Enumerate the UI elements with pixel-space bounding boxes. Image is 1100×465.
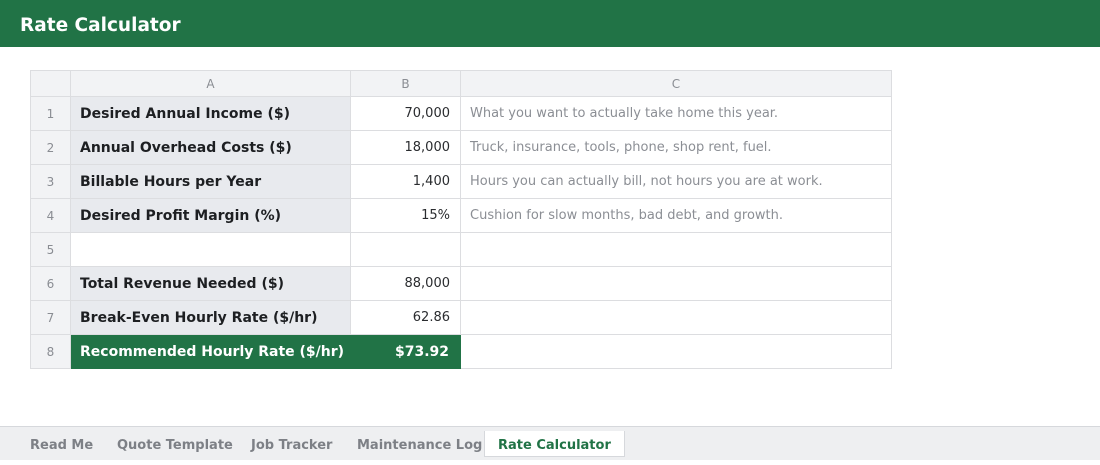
table-row: 6 Total Revenue Needed ($) 88,000 — [30, 266, 892, 301]
cell-c6-empty[interactable] — [460, 266, 892, 301]
cell-b8-recommended-rate-value[interactable]: $73.92 — [350, 334, 461, 369]
cell-b6-revenue-value[interactable]: 88,000 — [350, 266, 461, 301]
column-header-c[interactable]: C — [460, 70, 892, 97]
cell-a7-breakeven-label[interactable]: Break-Even Hourly Rate ($/hr) — [70, 300, 351, 335]
cell-c4-margin-note[interactable]: Cushion for slow months, bad debt, and g… — [460, 198, 892, 233]
cell-a2-overhead-label[interactable]: Annual Overhead Costs ($) — [70, 130, 351, 165]
cell-c2-overhead-note[interactable]: Truck, insurance, tools, phone, shop ren… — [460, 130, 892, 165]
cell-b1-income-value[interactable]: 70,000 — [350, 96, 461, 131]
sheet-tab-bar: Read Me Quote Template Job Tracker Maint… — [0, 426, 1100, 460]
row-header[interactable]: 4 — [30, 198, 71, 233]
cell-c5-empty[interactable] — [460, 232, 892, 267]
tab-rate-calculator[interactable]: Rate Calculator — [484, 431, 625, 457]
table-row: 8 Recommended Hourly Rate ($/hr) $73.92 — [30, 334, 892, 369]
select-all-corner[interactable] — [30, 70, 71, 97]
cell-a8-recommended-rate-label[interactable]: Recommended Hourly Rate ($/hr) — [70, 334, 351, 369]
cell-b5-empty[interactable] — [350, 232, 461, 267]
table-row: 5 — [30, 232, 892, 267]
table-row: 1 Desired Annual Income ($) 70,000 What … — [30, 96, 892, 131]
tab-job-tracker[interactable]: Job Tracker — [251, 427, 332, 460]
cell-a5-empty[interactable] — [70, 232, 351, 267]
cell-a1-income-label[interactable]: Desired Annual Income ($) — [70, 96, 351, 131]
cell-b7-breakeven-value[interactable]: 62.86 — [350, 300, 461, 335]
app-title-bar: Rate Calculator — [0, 0, 1100, 47]
spreadsheet-grid: A B C 1 Desired Annual Income ($) 70,000… — [30, 70, 892, 369]
table-row: 2 Annual Overhead Costs ($) 18,000 Truck… — [30, 130, 892, 165]
column-header-b[interactable]: B — [350, 70, 461, 97]
tab-quote-template[interactable]: Quote Template — [117, 427, 233, 460]
row-header[interactable]: 1 — [30, 96, 71, 131]
cell-a4-margin-label[interactable]: Desired Profit Margin (%) — [70, 198, 351, 233]
cell-c3-hours-note[interactable]: Hours you can actually bill, not hours y… — [460, 164, 892, 199]
tab-read-me[interactable]: Read Me — [30, 427, 93, 460]
cell-c1-income-note[interactable]: What you want to actually take home this… — [460, 96, 892, 131]
cell-c7-empty[interactable] — [460, 300, 892, 335]
column-header-a[interactable]: A — [70, 70, 351, 97]
cell-b4-margin-value[interactable]: 15% — [350, 198, 461, 233]
cell-c8-empty[interactable] — [460, 334, 892, 369]
row-header[interactable]: 6 — [30, 266, 71, 301]
cell-a3-hours-label[interactable]: Billable Hours per Year — [70, 164, 351, 199]
page-title: Rate Calculator — [20, 15, 181, 36]
table-row: 7 Break-Even Hourly Rate ($/hr) 62.86 — [30, 300, 892, 335]
table-row: 3 Billable Hours per Year 1,400 Hours yo… — [30, 164, 892, 199]
row-header[interactable]: 5 — [30, 232, 71, 267]
row-header[interactable]: 8 — [30, 334, 71, 369]
tab-maintenance-log[interactable]: Maintenance Log — [357, 427, 482, 460]
row-header[interactable]: 2 — [30, 130, 71, 165]
row-header[interactable]: 3 — [30, 164, 71, 199]
cell-b3-hours-value[interactable]: 1,400 — [350, 164, 461, 199]
table-row: 4 Desired Profit Margin (%) 15% Cushion … — [30, 198, 892, 233]
cell-a6-revenue-label[interactable]: Total Revenue Needed ($) — [70, 266, 351, 301]
cell-b2-overhead-value[interactable]: 18,000 — [350, 130, 461, 165]
row-header[interactable]: 7 — [30, 300, 71, 335]
